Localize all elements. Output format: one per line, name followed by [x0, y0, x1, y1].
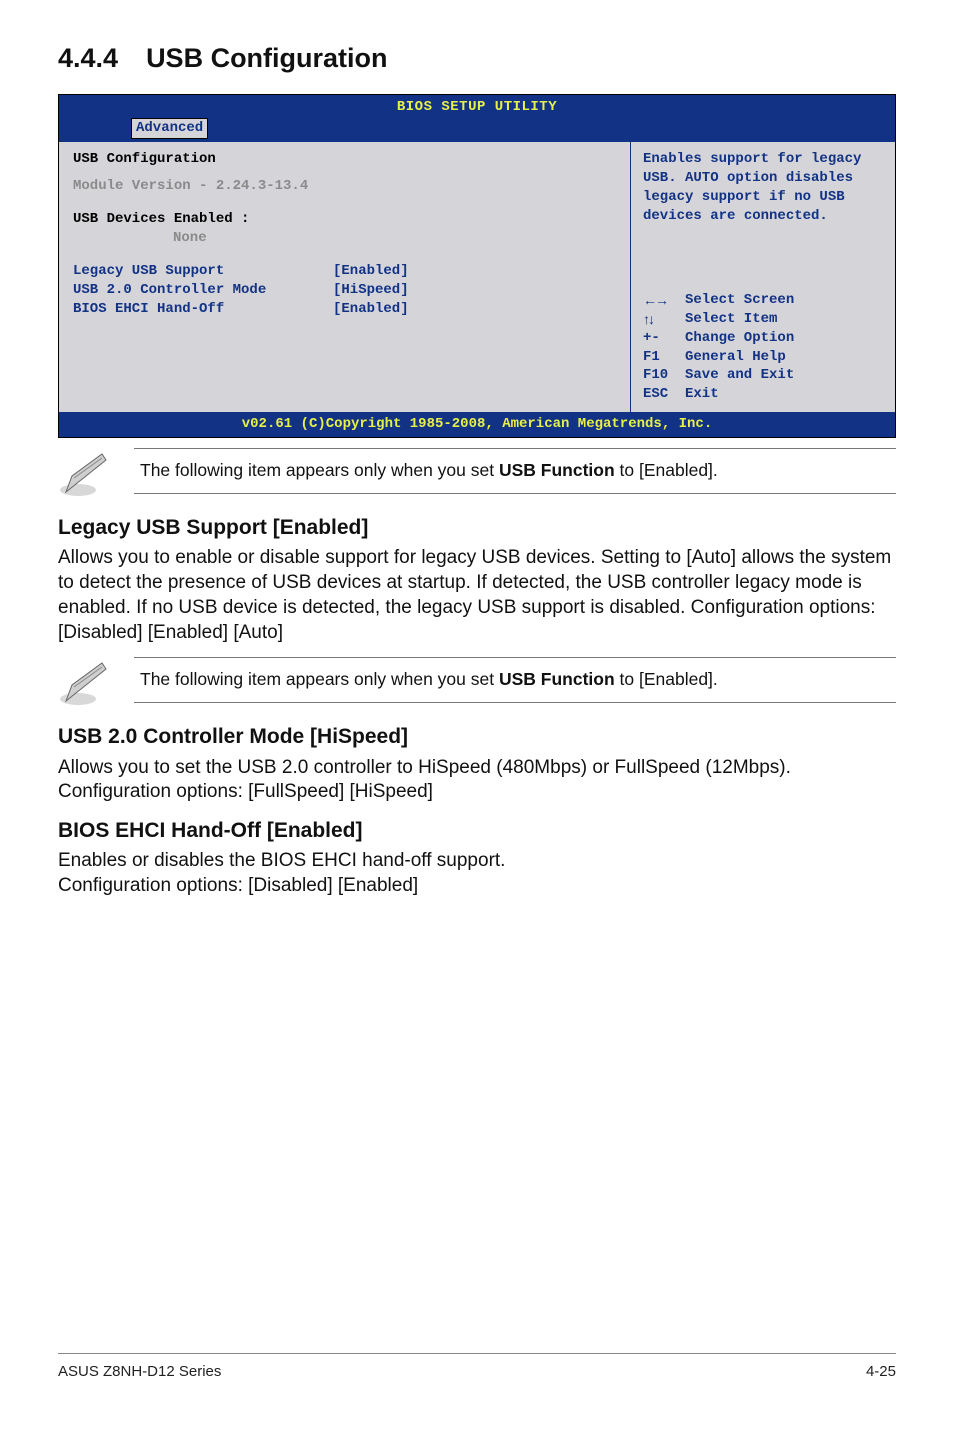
bios-setting-label: Legacy USB Support — [73, 262, 333, 281]
section-number: 4.4.4 — [58, 40, 118, 76]
bios-module-line: Module Version - 2.24.3-13.4 — [73, 177, 616, 196]
bios-subheader: USB Configuration — [73, 150, 616, 169]
footer-right: 4-25 — [866, 1362, 896, 1382]
nav-key: F1 — [643, 348, 685, 367]
bios-setting-row: USB 2.0 Controller Mode [HiSpeed] — [73, 281, 616, 300]
bios-title: BIOS SETUP UTILITY — [59, 95, 895, 118]
pencil-icon — [58, 657, 110, 709]
bios-setting-label: BIOS EHCI Hand-Off — [73, 300, 333, 319]
note-block: The following item appears only when you… — [58, 448, 896, 500]
section-title: USB Configuration — [146, 40, 387, 76]
nav-label: Exit — [685, 385, 719, 404]
option-body: Allows you to set the USB 2.0 controller… — [58, 756, 896, 805]
nav-key-icon: ↑↓ — [643, 310, 685, 329]
bios-setting-value: [Enabled] — [333, 300, 409, 319]
section-heading: 4.4.4 USB Configuration — [58, 40, 896, 76]
note-text: The following item appears only when you… — [134, 448, 896, 494]
bios-tab-row: Advanced — [59, 118, 895, 142]
option-body-line: Enables or disables the BIOS EHCI hand-o… — [58, 849, 896, 874]
nav-key-icon: ←→ — [643, 291, 685, 310]
bios-tab-advanced: Advanced — [131, 118, 208, 139]
nav-label: Select Screen — [685, 291, 794, 310]
bios-dev-value: None — [73, 229, 616, 248]
bios-left-pane: USB Configuration Module Version - 2.24.… — [59, 142, 630, 412]
option-heading: Legacy USB Support [Enabled] — [58, 514, 896, 542]
nav-key: ESC — [643, 385, 685, 404]
option-heading: BIOS EHCI Hand-Off [Enabled] — [58, 817, 896, 845]
option-body: Allows you to enable or disable support … — [58, 546, 896, 645]
bios-setting-row: Legacy USB Support [Enabled] — [73, 262, 616, 281]
nav-label: Change Option — [685, 329, 794, 348]
bios-setting-value: [Enabled] — [333, 262, 409, 281]
bios-footer: v02.61 (C)Copyright 1985-2008, American … — [59, 412, 895, 437]
page-footer: ASUS Z8NH-D12 Series 4-25 — [58, 1353, 896, 1382]
option-heading: USB 2.0 Controller Mode [HiSpeed] — [58, 723, 896, 751]
nav-label: General Help — [685, 348, 786, 367]
bios-help-text: Enables support for legacy USB. AUTO opt… — [643, 150, 883, 226]
bios-setting-value: [HiSpeed] — [333, 281, 409, 300]
bios-screenshot: BIOS SETUP UTILITY Advanced USB Configur… — [58, 94, 896, 438]
bios-setting-row: BIOS EHCI Hand-Off [Enabled] — [73, 300, 616, 319]
bios-help-pane: Enables support for legacy USB. AUTO opt… — [630, 142, 895, 412]
bios-nav-help: ←→Select Screen ↑↓Select Item +-Change O… — [643, 291, 883, 404]
footer-left: ASUS Z8NH-D12 Series — [58, 1362, 221, 1382]
note-text: The following item appears only when you… — [134, 657, 896, 703]
nav-label: Select Item — [685, 310, 777, 329]
pencil-icon — [58, 448, 110, 500]
note-block: The following item appears only when you… — [58, 657, 896, 709]
bios-dev-header: USB Devices Enabled : — [73, 210, 616, 229]
option-body-line: Configuration options: [Disabled] [Enabl… — [58, 874, 896, 899]
nav-label: Save and Exit — [685, 366, 794, 385]
nav-key: +- — [643, 329, 685, 348]
nav-key: F10 — [643, 366, 685, 385]
bios-setting-label: USB 2.0 Controller Mode — [73, 281, 333, 300]
